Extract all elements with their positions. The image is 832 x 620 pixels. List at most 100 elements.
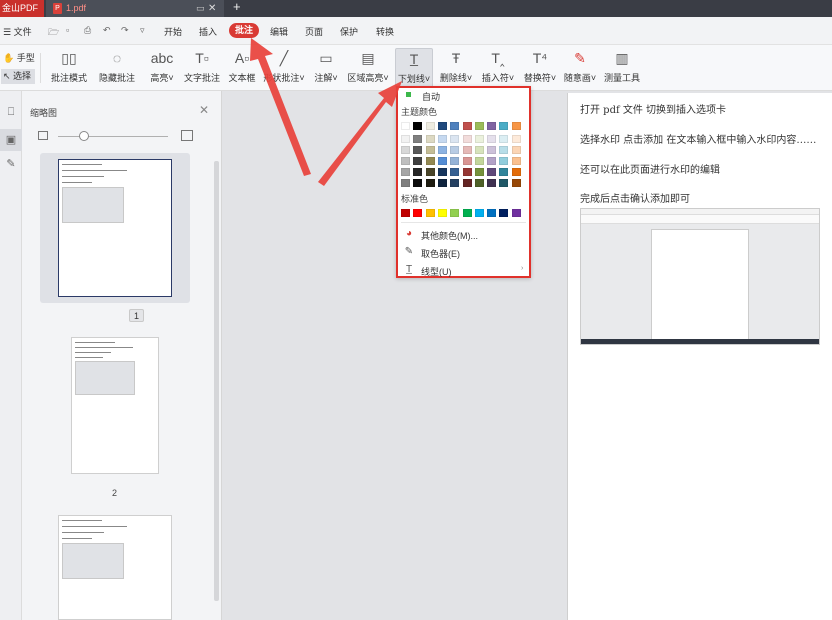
theme-shade-swatch[interactable] [401,146,410,154]
theme-shade-swatch[interactable] [474,179,484,187]
undo-icon[interactable]: ↶ [103,25,111,36]
page-thumbnail[interactable] [40,509,190,620]
theme-shade-swatch[interactable] [437,168,447,176]
annotation-list-icon[interactable]: ✎ [4,157,18,171]
replace-caret-button[interactable]: T⁴ 替换符˅ [522,48,558,88]
freehand-draw-button[interactable]: ✎ 随意画˅ [563,48,597,88]
theme-shade-swatch[interactable] [499,179,509,187]
new-tab-icon[interactable]: + [233,0,241,14]
theme-color-swatch[interactable] [437,122,447,130]
theme-shade-swatch[interactable] [487,168,497,176]
bookmark-icon[interactable]: ⎕ [4,105,18,119]
theme-shade-swatch[interactable] [437,157,447,165]
zoom-slider-track[interactable] [58,136,168,137]
select-tool[interactable]: ↖ 选择 [1,69,35,84]
theme-shade-swatch[interactable] [437,135,447,143]
area-highlight-button[interactable]: ▤ 区域高亮˅ [346,48,390,88]
strikethrough-button[interactable]: Ŧ 删除线˅ [438,48,474,88]
annotation-mode-button[interactable]: ▯▯ 批注模式 [49,48,89,88]
eyedropper-option[interactable]: ✎ 取色器(E) [398,244,529,260]
zoom-in-icon[interactable] [181,130,193,141]
restore-icon[interactable]: ▭ [196,0,205,17]
save-icon[interactable]: ▫ [66,25,69,35]
theme-shade-swatch[interactable] [511,135,521,143]
document-page[interactable]: 打开 pdf 文件 切换到插入选项卡 选择水印 点击添加 在文本输入框中输入水印… [567,93,832,620]
note-button[interactable]: ▭ 注解˅ [312,48,340,88]
theme-color-swatch[interactable] [462,122,472,130]
standard-color-swatch[interactable] [413,209,423,217]
standard-color-swatch[interactable] [450,209,460,217]
text-box-button[interactable]: A▫ 文本框 [226,48,258,88]
theme-color-swatch[interactable] [511,122,521,130]
theme-shade-swatch[interactable] [450,146,460,154]
zoom-out-icon[interactable] [38,131,48,140]
page-thumbnail[interactable] [40,153,190,303]
theme-shade-swatch[interactable] [499,135,509,143]
theme-shade-swatch[interactable] [401,157,410,165]
open-icon[interactable]: 🗁 [48,25,59,41]
theme-shade-swatch[interactable] [499,157,509,165]
theme-shade-swatch[interactable] [462,168,472,176]
more-colors-option[interactable]: ◕ 其他颜色(M)... [398,226,529,242]
theme-shade-swatch[interactable] [450,168,460,176]
zoom-slider-handle[interactable] [79,131,89,141]
theme-shade-swatch[interactable] [499,146,509,154]
theme-color-swatch[interactable] [425,122,435,130]
theme-shade-swatch[interactable] [450,179,460,187]
standard-color-swatch[interactable] [487,209,497,217]
theme-shade-swatch[interactable] [462,179,472,187]
theme-shade-swatch[interactable] [474,146,484,154]
theme-shade-swatch[interactable] [511,157,521,165]
theme-shade-swatch[interactable] [425,168,435,176]
thumbnail-scrollbar[interactable] [214,161,219,601]
theme-shade-swatch[interactable] [487,157,497,165]
line-style-option[interactable]: T̲ 线型(U) › [398,262,529,278]
theme-shade-swatch[interactable] [450,135,460,143]
theme-shade-swatch[interactable] [487,179,497,187]
theme-color-swatch[interactable] [474,122,484,130]
menu-convert[interactable]: 转换 [376,25,394,38]
menu-start[interactable]: 开始 [164,25,182,38]
menu-edit[interactable]: 编辑 [270,25,288,38]
standard-color-swatch[interactable] [474,209,484,217]
theme-shade-swatch[interactable] [499,168,509,176]
thumbnail-icon[interactable]: ▣ [4,133,18,147]
theme-shade-swatch[interactable] [450,157,460,165]
page-thumbnail[interactable] [40,331,190,481]
theme-shade-swatch[interactable] [413,146,423,154]
theme-shade-swatch[interactable] [425,157,435,165]
theme-color-swatch[interactable] [450,122,460,130]
close-tab-icon[interactable]: ✕ [208,0,216,17]
document-tab[interactable]: P 1.pdf ▭ ✕ [46,0,224,17]
more-icon[interactable]: ▿ [140,25,145,36]
theme-color-swatch[interactable] [487,122,497,130]
theme-shade-swatch[interactable] [401,168,410,176]
theme-shade-swatch[interactable] [413,157,423,165]
theme-shade-swatch[interactable] [462,146,472,154]
theme-shade-swatch[interactable] [462,135,472,143]
underline-button[interactable]: T̲ 下划线˅ [395,48,433,88]
theme-shade-swatch[interactable] [511,179,521,187]
theme-shade-swatch[interactable] [401,135,410,143]
theme-shade-swatch[interactable] [474,168,484,176]
standard-color-swatch[interactable] [511,209,521,217]
text-annotation-button[interactable]: T▫ 文字批注 [182,48,222,88]
standard-color-swatch[interactable] [499,209,509,217]
auto-color-option[interactable]: 自动 [398,88,529,103]
highlight-button[interactable]: abc 高亮˅ [146,48,178,88]
menu-protect[interactable]: 保护 [340,25,358,38]
menu-insert[interactable]: 插入 [199,25,217,38]
theme-shade-swatch[interactable] [437,179,447,187]
theme-shade-swatch[interactable] [487,146,497,154]
theme-shade-swatch[interactable] [511,146,521,154]
theme-shade-swatch[interactable] [425,179,435,187]
menu-file[interactable]: ☰ 文件 [3,25,32,38]
theme-shade-swatch[interactable] [462,157,472,165]
standard-color-swatch[interactable] [437,209,447,217]
standard-color-swatch[interactable] [425,209,435,217]
measure-tool-button[interactable]: ▥ 测量工具 [603,48,641,88]
menu-annotate[interactable]: 批注 [229,23,259,38]
theme-shade-swatch[interactable] [413,179,423,187]
theme-color-swatch[interactable] [499,122,509,130]
theme-shade-swatch[interactable] [474,135,484,143]
